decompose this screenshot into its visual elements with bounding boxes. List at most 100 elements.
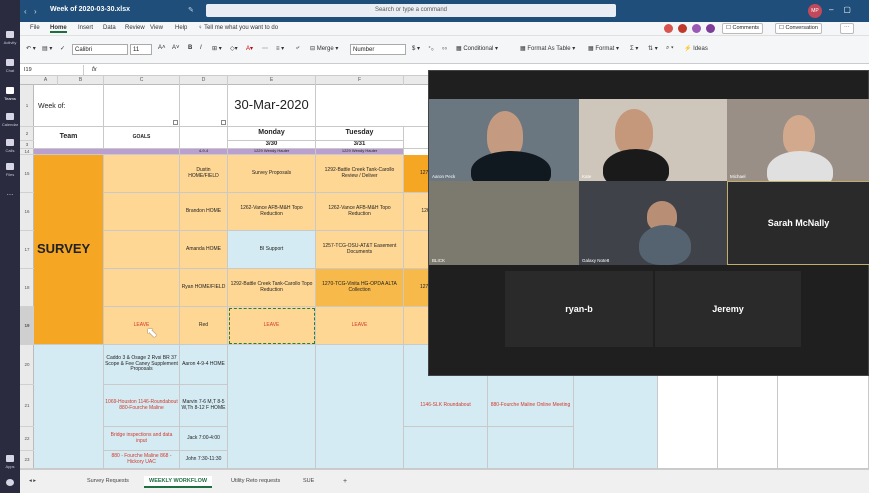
undo-icon[interactable]: ↶ ▾ (26, 45, 36, 52)
menu-data[interactable]: Data (103, 25, 116, 31)
tab-survey-requests[interactable]: Survey Requests (82, 476, 134, 486)
decimal-icon[interactable]: ⁺₀ (428, 45, 434, 52)
edit-icon[interactable]: ✎ (188, 6, 194, 14)
row-header[interactable]: 22 (20, 427, 34, 451)
member-cell[interactable]: Ryan HOME/FIELD (180, 269, 228, 307)
presence-dot-2[interactable] (678, 24, 687, 33)
member-cell[interactable]: Dustin HOME/FIELD (180, 155, 228, 193)
task-cell[interactable]: LEAVE (316, 307, 404, 345)
task-cell[interactable] (316, 345, 404, 469)
video-tile[interactable]: ryan-b (505, 271, 653, 347)
bold-icon[interactable]: B (188, 45, 192, 51)
task-cell[interactable]: 1262-Vance AFB-M&H Topo Reduction (228, 193, 316, 231)
menu-review[interactable]: Review (125, 25, 145, 31)
conditional-format-button[interactable]: ▦ Conditional ▾ (456, 45, 498, 52)
row-header[interactable]: 17 (20, 231, 34, 269)
ideas-button[interactable]: ⚡ Ideas (684, 45, 708, 52)
currency-icon[interactable]: $ ▾ (412, 45, 420, 52)
shrink-font-icon[interactable]: A˅ (172, 45, 180, 51)
font-size-select[interactable]: 11 (130, 44, 152, 55)
merge-button[interactable]: ⊟ Merge ▾ (310, 45, 338, 52)
row-header[interactable]: 1 (20, 85, 34, 127)
goal-cell[interactable] (104, 193, 180, 231)
more-font-icon[interactable]: ⋯ (262, 45, 268, 52)
row-header[interactable]: 21 (20, 385, 34, 427)
task-cell[interactable]: 1146-SLK Roundabout (404, 385, 488, 427)
fill-color-icon[interactable]: ◇▾ (230, 45, 238, 52)
member-cell[interactable]: Aaron 4-9-4 HOME (180, 345, 228, 385)
week-date[interactable]: 30-Mar-2020 (228, 85, 316, 127)
window-controls[interactable]: –▢ (829, 5, 861, 14)
goal-cell[interactable] (104, 269, 180, 307)
number-format-select[interactable]: Number (350, 44, 406, 55)
rail-chat[interactable]: Chat (0, 56, 20, 78)
presence-dot-4[interactable] (706, 24, 715, 33)
forward-icon[interactable]: › (34, 7, 37, 16)
task-cell[interactable]: 1292-Battle Creek Tank-Carollo Review / … (316, 155, 404, 193)
col-header[interactable]: B (58, 76, 104, 85)
tab-nav-icon[interactable]: ◂ ▸ (24, 476, 41, 486)
task-cell[interactable]: 1262-Vance AFB-M&H Topo Reduction (316, 193, 404, 231)
find-icon[interactable]: ⌕ ▾ (666, 45, 674, 52)
filter-dropdown-icon[interactable] (221, 120, 226, 125)
video-tile[interactable]: Aaron Peck (429, 99, 579, 181)
row-header[interactable]: 15 (20, 155, 34, 193)
goal-cell[interactable] (104, 155, 180, 193)
goal-cell[interactable]: Caddo 3 & Osage 2 Rvsi BR 37 Scope & Fee… (104, 345, 180, 385)
member-cell[interactable]: Red (180, 307, 228, 345)
goal-cell[interactable] (104, 231, 180, 269)
rail-calendar[interactable]: Calendar (0, 110, 20, 132)
col-header[interactable]: C (104, 76, 180, 85)
add-sheet-button[interactable]: + (338, 476, 352, 487)
borders-icon[interactable]: ⊞ ▾ (212, 45, 222, 52)
task-cell[interactable]: 1270-TCG-Vinita HG-OPDA ALTA Collection (316, 269, 404, 307)
autosum-icon[interactable]: Σ ▾ (630, 45, 638, 52)
comments-button[interactable]: ☐ Comments (722, 23, 764, 34)
video-tile[interactable]: Kate (579, 99, 727, 181)
conversation-button[interactable]: ☐ Conversation (775, 23, 822, 34)
row-header[interactable]: 19 (20, 307, 34, 345)
member-cell[interactable]: Marvin 7-6 M,T 8-5 W,Th 8-12 F HOME (180, 385, 228, 427)
font-color-icon[interactable]: A▾ (246, 45, 253, 52)
goal-cell[interactable]: Bridge inspections and data input (104, 427, 180, 451)
italic-icon[interactable]: I (200, 45, 202, 51)
sort-icon[interactable]: ⇅ ▾ (648, 45, 658, 52)
task-cell[interactable]: 1292-Battle Creek Tank-Carollo Topo Redu… (228, 269, 316, 307)
rail-more[interactable]: ... (0, 188, 20, 210)
name-box[interactable]: I19 (24, 65, 84, 75)
font-family-select[interactable]: Calibri (72, 44, 128, 55)
video-tile[interactable]: Michael (727, 99, 869, 181)
row-header[interactable]: 2 (20, 127, 34, 141)
presence-dot-1[interactable] (664, 24, 673, 33)
task-cell[interactable]: 1257-TCG-OSU-AT&T Easement Documents (316, 231, 404, 269)
decrease-decimal-icon[interactable]: ₀₀ (442, 45, 447, 51)
row-header[interactable]: 3 (20, 141, 34, 149)
col-header[interactable]: E (228, 76, 316, 85)
row-header[interactable]: 18 (20, 269, 34, 307)
task-cell[interactable]: BI Support (228, 231, 316, 269)
video-tile[interactable]: BLICK (429, 181, 579, 265)
row-header[interactable]: 16 (20, 193, 34, 231)
video-tile[interactable]: Galaxy Note8 (579, 181, 727, 265)
align-icon[interactable]: ≡ ▾ (276, 45, 284, 52)
member-cell[interactable]: Brandon HOME (180, 193, 228, 231)
menu-file[interactable]: File (30, 25, 40, 31)
menu-insert[interactable]: Insert (78, 25, 93, 31)
back-icon[interactable]: ‹ (24, 7, 27, 16)
more-button[interactable]: ⋯ (840, 23, 854, 34)
task-cell[interactable] (228, 345, 316, 469)
member-cell[interactable]: Amanda HOME (180, 231, 228, 269)
video-tile[interactable]: Sarah McNally (727, 181, 869, 265)
search-box[interactable]: Search or type a command (206, 4, 616, 17)
format-painter-icon[interactable]: ✓ (60, 45, 65, 52)
format-button[interactable]: ▦ Format ▾ (588, 45, 619, 52)
col-header[interactable]: D (180, 76, 228, 85)
member-cell[interactable]: Jack 7:00-4:00 (180, 427, 228, 451)
task-cell[interactable]: Survey Proposals (228, 155, 316, 193)
col-header[interactable]: F (316, 76, 404, 85)
task-cell[interactable]: 880-Fourche Maline Online Meeting (488, 385, 574, 427)
video-tile[interactable]: Jeremy (655, 271, 801, 347)
clipboard-icon[interactable]: ▤ ▾ (42, 45, 52, 52)
menu-home[interactable]: Home (50, 25, 67, 33)
tab-utility-requests[interactable]: Utility Reto requests (226, 476, 285, 486)
